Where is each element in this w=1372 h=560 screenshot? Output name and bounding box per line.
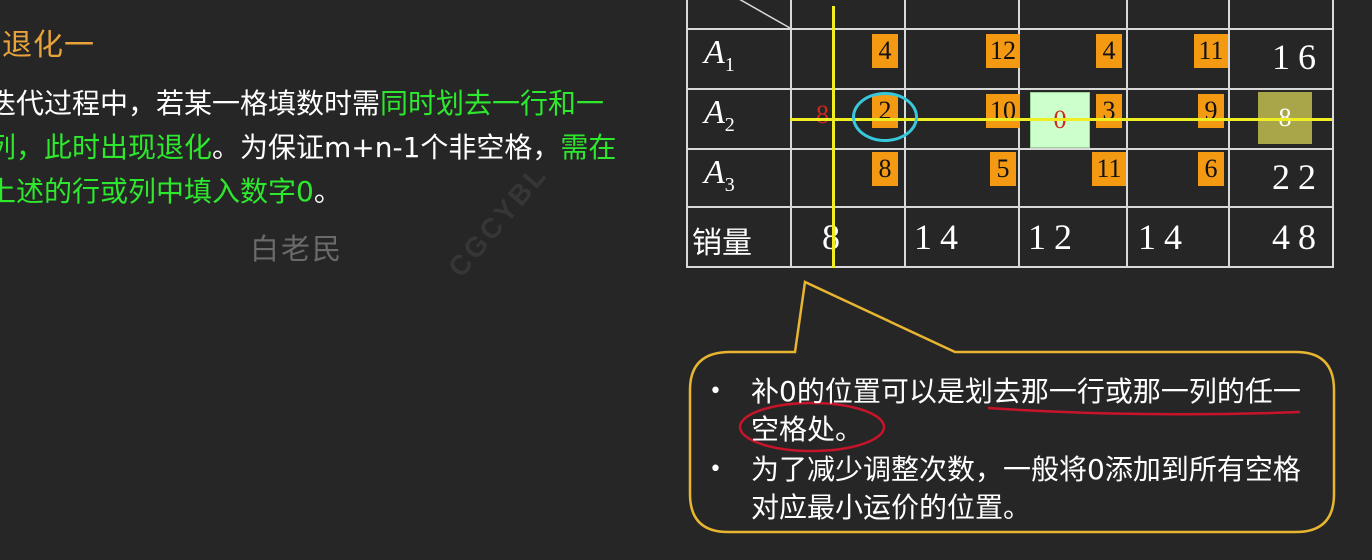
bullet-1-marker: • [709, 379, 722, 404]
bullet-2-text: 为了减少调整次数，一般将0添加到所有空格对应最小运价的位置。 [751, 453, 1301, 524]
bullet-1-text: 补0的位置可以是划去那一行或那一列的任一空格处。 [751, 375, 1301, 446]
bullet-2-marker: • [709, 457, 722, 482]
callout-text: • 补0的位置可以是划去那一行或那一列的任一空格处。 • 为了减少调整次数，一般… [689, 353, 1329, 533]
